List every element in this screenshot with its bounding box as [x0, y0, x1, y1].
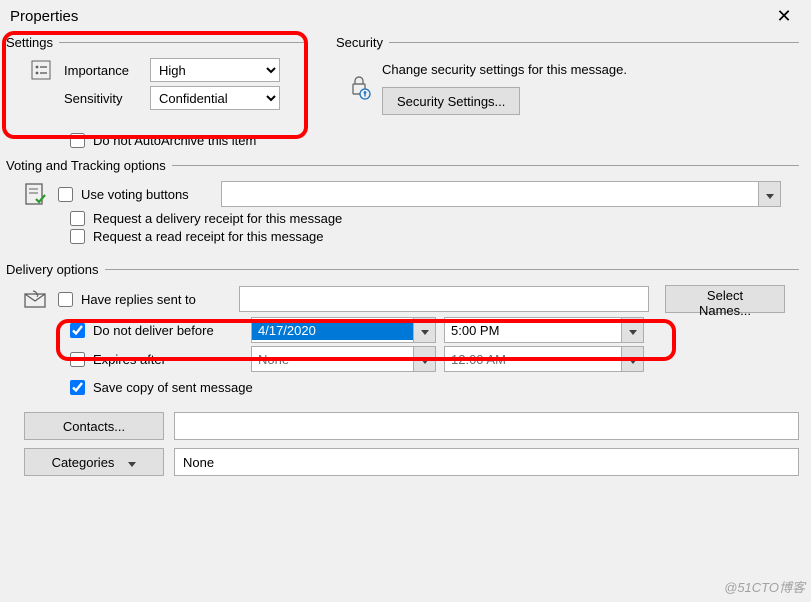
chevron-down-icon[interactable]	[621, 318, 643, 342]
watermark: @51CTO博客	[724, 577, 805, 596]
read-receipt-label: Request a read receipt for this message	[93, 229, 324, 244]
select-names-button[interactable]: Select Names...	[665, 285, 785, 313]
nodeliver-checkbox[interactable]	[70, 323, 85, 338]
voting-combo[interactable]	[221, 181, 781, 207]
nodeliver-label: Do not deliver before	[93, 323, 243, 338]
expires-time: 12:00 AM	[444, 346, 644, 372]
importance-select[interactable]: High	[150, 58, 280, 82]
use-voting-label: Use voting buttons	[81, 187, 213, 202]
expires-label: Expires after	[93, 352, 243, 367]
importance-label: Importance	[64, 63, 142, 78]
dialog-content: Settings Importance High Sensitivity Con…	[0, 31, 811, 476]
close-icon[interactable]: ✕	[767, 6, 801, 27]
delivery-icon	[20, 288, 50, 310]
replies-label: Have replies sent to	[81, 292, 231, 307]
titlebar: Properties ✕	[0, 0, 811, 31]
delivery-legend: Delivery options	[6, 262, 105, 277]
categories-button[interactable]: Categories	[24, 448, 164, 476]
settings-icon	[26, 59, 56, 81]
savecopy-label: Save copy of sent message	[93, 380, 253, 395]
savecopy-checkbox[interactable]	[70, 380, 85, 395]
settings-group: Settings Importance High Sensitivity Con…	[6, 35, 306, 122]
window-title: Properties	[10, 8, 78, 25]
delivery-group: Delivery options Have replies sent to Se…	[6, 262, 799, 406]
replies-checkbox[interactable]	[58, 292, 73, 307]
sensitivity-label: Sensitivity	[64, 91, 142, 106]
voting-group: Voting and Tracking options Use voting b…	[6, 158, 799, 262]
chevron-down-icon	[413, 347, 435, 371]
chevron-down-icon	[621, 347, 643, 371]
expires-checkbox[interactable]	[70, 352, 85, 367]
categories-field[interactable]: None	[174, 448, 799, 476]
voting-icon	[20, 182, 50, 206]
delivery-receipt-checkbox[interactable]	[70, 211, 85, 226]
security-icon	[344, 74, 374, 100]
voting-legend: Voting and Tracking options	[6, 158, 172, 173]
settings-legend: Settings	[6, 35, 59, 50]
sensitivity-select[interactable]: Confidential	[150, 86, 280, 110]
security-settings-button[interactable]: Security Settings...	[382, 87, 520, 115]
chevron-down-icon[interactable]	[413, 318, 435, 342]
chevron-down-icon	[128, 455, 136, 470]
autoarchive-label: Do not AutoArchive this item	[93, 133, 256, 148]
autoarchive-checkbox[interactable]	[70, 133, 85, 148]
read-receipt-checkbox[interactable]	[70, 229, 85, 244]
security-text: Change security settings for this messag…	[382, 62, 799, 77]
contacts-field[interactable]	[174, 412, 799, 440]
use-voting-checkbox[interactable]	[58, 187, 73, 202]
contacts-button[interactable]: Contacts...	[24, 412, 164, 440]
delivery-receipt-label: Request a delivery receipt for this mess…	[93, 211, 342, 226]
security-legend: Security	[336, 35, 389, 50]
expires-date: None	[251, 346, 436, 372]
chevron-down-icon[interactable]	[758, 182, 780, 206]
nodeliver-time[interactable]: 5:00 PM	[444, 317, 644, 343]
security-group: Security Change security settings for th…	[336, 35, 799, 127]
replies-input[interactable]	[239, 286, 649, 312]
nodeliver-date[interactable]: 4/17/2020	[251, 317, 436, 343]
